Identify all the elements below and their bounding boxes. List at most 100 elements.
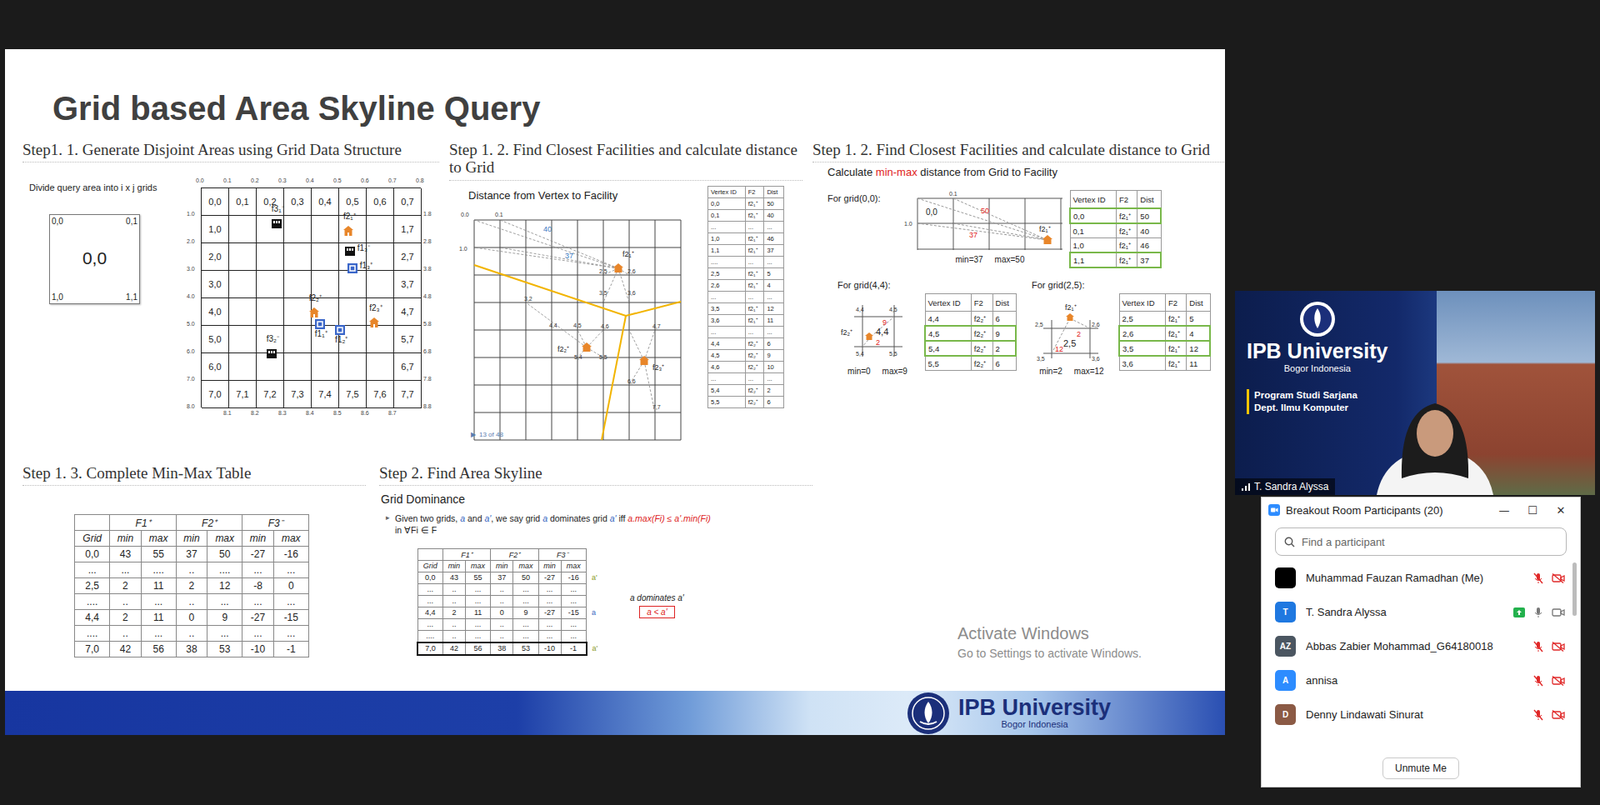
participant-row[interactable]: Muhammad Fauzan Ramadhan (Me) — [1275, 560, 1565, 595]
svg-text:0.0: 0.0 — [460, 211, 470, 218]
grid-cell: 4,7 — [394, 298, 422, 326]
participant-row[interactable]: T T. Sandra Alyssa — [1275, 595, 1565, 630]
axis-label: 8.1 — [223, 410, 232, 416]
svg-text:1.0: 1.0 — [904, 220, 913, 227]
table-row: 0,043553750-27-16a' — [417, 571, 608, 584]
grid-block: For grid(4,4): 4,44,55,45,54,492f2₂⁺ min… — [837, 280, 1017, 376]
house-icon — [639, 355, 650, 365]
grid-cell — [284, 243, 312, 271]
svg-text:50: 50 — [980, 206, 990, 215]
video-off-icon — [1551, 675, 1565, 686]
house-icon — [613, 263, 624, 273]
table-row: 3,5f2₁⁺12 — [1119, 340, 1210, 356]
grid-cell: 0,3 — [284, 188, 312, 216]
svg-text:2,6: 2,6 — [627, 268, 636, 275]
participant-row[interactable]: A annisa — [1275, 663, 1565, 698]
axis-label: 8.4 — [305, 410, 315, 416]
grid-cell — [366, 215, 395, 244]
step-skyline: Step 2. Find Area Skyline Grid Dominance… — [379, 464, 813, 691]
table-row: 0,1f2₁⁺40 — [1070, 223, 1161, 239]
svg-text:7,7: 7,7 — [652, 404, 661, 410]
hotel-icon — [266, 348, 277, 359]
grid-cell — [229, 270, 257, 299]
grid-cell: 7,0 — [201, 380, 230, 409]
avatar — [1275, 567, 1296, 589]
participant-list: Muhammad Fauzan Ramadhan (Me) T T. Sandr… — [1261, 555, 1580, 750]
speaker-photo — [1360, 378, 1510, 495]
grid-cell — [311, 353, 340, 381]
table-row: 1,1f2₁⁺37 — [1070, 252, 1161, 268]
grid-cell: 7,4 — [311, 380, 340, 409]
window-control[interactable]: ✕ — [1546, 498, 1575, 522]
table-row: 5,5f2₂⁺6 — [708, 395, 785, 408]
svg-text:2: 2 — [1076, 330, 1081, 339]
axis-label: 0.6 — [360, 177, 370, 184]
axis-label: 0.4 — [305, 177, 315, 184]
dominance-note: a dominates a' a < a' — [630, 593, 685, 619]
table-row: ......... — [708, 372, 785, 385]
ipb-emblem-icon — [906, 691, 950, 735]
subtitle: Calculate min-max distance from Grid to … — [827, 165, 1225, 179]
grid-cell: 0,7 — [394, 188, 422, 216]
window-control[interactable]: ☐ — [1518, 498, 1547, 522]
table-row: 5,4f2₂⁺2 — [708, 384, 785, 396]
grid-cell: 4,0 — [201, 298, 230, 326]
svg-text:5,5: 5,5 — [889, 350, 898, 357]
unmute-button[interactable]: Unmute Me — [1382, 757, 1460, 780]
facility-label: f2₃⁺ — [369, 304, 382, 313]
house-icon — [309, 307, 320, 318]
grid-cell — [366, 325, 395, 354]
hotel-icon — [345, 245, 355, 256]
axis-label: 5.0 — [186, 320, 195, 327]
participant-row[interactable]: AZ Abbas Zabier Mohammad_G64180018 — [1275, 629, 1565, 664]
svg-text:4,5: 4,5 — [889, 306, 898, 313]
table-row: 7,042563853-10-1 — [75, 641, 310, 658]
grid-cell — [366, 353, 395, 381]
grid-cell: 7,3 — [284, 380, 312, 409]
facility-label: f3₂⁻ — [266, 335, 280, 344]
grid-cell — [229, 215, 257, 244]
min-max-readout: min=0max=9 — [847, 366, 908, 376]
table-row: 7,042563853-10-1a' — [417, 642, 608, 655]
svg-text:40: 40 — [543, 225, 552, 234]
table-row: 4,421109-27-15a — [417, 606, 608, 619]
axis-label: 2.8 — [423, 238, 432, 245]
table-row: ......... — [708, 290, 785, 303]
table-row: 5,4f2₂⁺2 — [925, 340, 1016, 356]
video-off-icon — [1551, 573, 1565, 584]
grid-cell — [339, 298, 367, 326]
table-row: 1,0f2₁⁺46 — [1070, 238, 1161, 254]
program-label: Program Studi SarjanaDept. Ilmu Komputer — [1246, 389, 1358, 415]
window-control[interactable]: — — [1490, 498, 1519, 522]
step-minmax: Step 1. 2. Find Closest Facilities and c… — [812, 140, 1225, 465]
facility-label: f2₂⁺ — [309, 294, 322, 303]
subtitle: Distance from Vertex to Facility — [468, 189, 691, 202]
svg-text:3,5: 3,5 — [1036, 355, 1045, 362]
dominance-table: F1⁺F2⁺F3⁻Gridminmaxminmaxminmax0,0435537… — [416, 548, 609, 656]
svg-text:f2₁⁺: f2₁⁺ — [1039, 225, 1051, 234]
grid-cell: 0,6 — [366, 188, 395, 216]
block-label: For grid(0,0): — [827, 190, 911, 204]
axis-label: 8.5 — [333, 410, 342, 416]
house-icon — [369, 317, 380, 328]
axis-label: 0.3 — [278, 177, 287, 184]
grid-cell: 7,5 — [339, 380, 367, 409]
grid-cell — [339, 353, 367, 381]
svg-text:4,7: 4,7 — [652, 323, 661, 330]
block-label: For grid(2,5): — [1031, 280, 1211, 294]
square-icon — [315, 319, 325, 330]
table-row: .......... — [708, 255, 785, 268]
table-row: 2,5211212-80 — [75, 578, 310, 595]
grid-cell: 6,7 — [394, 353, 422, 381]
table-row: 1,1f2₁⁺37 — [708, 244, 785, 256]
axis-label: 8.3 — [278, 410, 287, 416]
search-field[interactable]: Find a participant — [1275, 527, 1567, 556]
table-row: 5,5f2₂⁺6 — [925, 355, 1016, 371]
avatar: T — [1275, 601, 1296, 623]
scrollbar[interactable] — [1572, 562, 1577, 616]
participant-row[interactable]: D Denny Lindawati Sinurat — [1275, 697, 1565, 732]
step-heading: Step1. 1. Generate Disjoint Areas using … — [22, 140, 440, 163]
sample-cell: 0,0 0,1 1,0 1,1 0,0 — [49, 214, 140, 305]
svg-text:4,5: 4,5 — [573, 322, 582, 329]
grid-cell: 7,2 — [256, 380, 285, 409]
